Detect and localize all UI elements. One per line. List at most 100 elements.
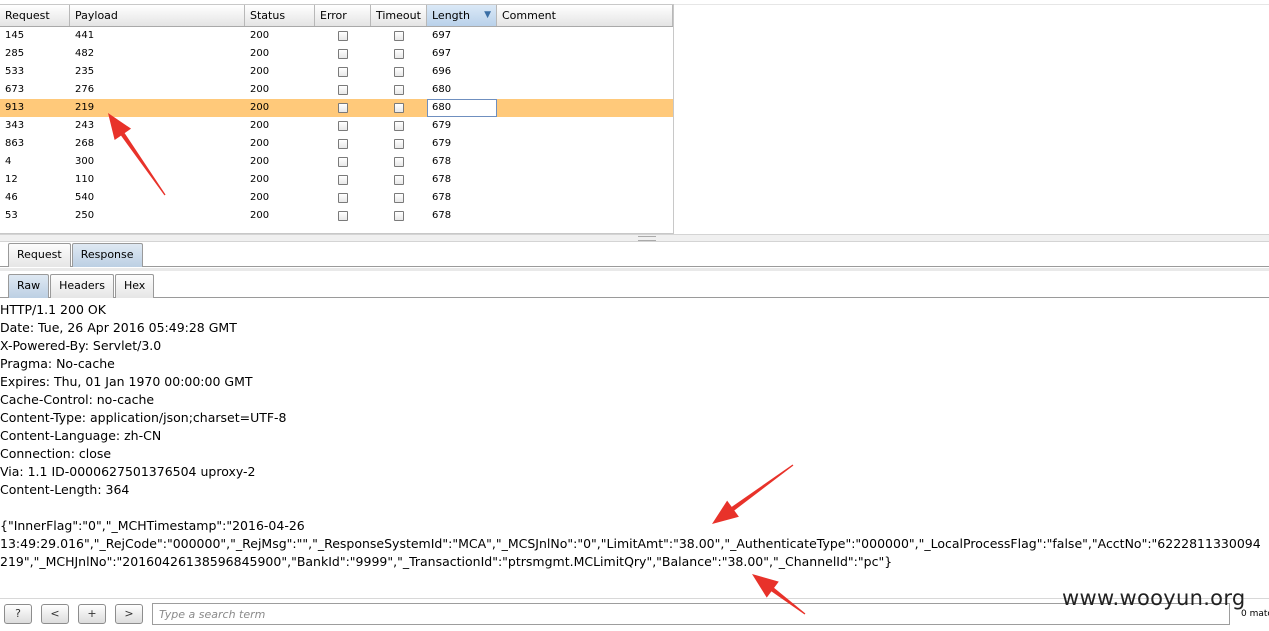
timeout-checkbox[interactable] <box>394 157 404 167</box>
timeout-checkbox[interactable] <box>394 139 404 149</box>
error-checkbox[interactable] <box>338 139 348 149</box>
error-checkbox[interactable] <box>338 67 348 77</box>
timeout-checkbox[interactable] <box>394 121 404 131</box>
request-cell: 673 <box>5 84 25 95</box>
request-cell: 533 <box>5 66 25 77</box>
timeout-checkbox[interactable] <box>394 193 404 203</box>
error-checkbox[interactable] <box>338 211 348 221</box>
message-tabs: Request Response <box>0 243 1269 267</box>
length-cell: 680 <box>427 99 497 117</box>
comment-cell[interactable] <box>497 171 673 189</box>
error-checkbox[interactable] <box>338 157 348 167</box>
column-header-status[interactable]: Status <box>245 5 315 26</box>
timeout-checkbox[interactable] <box>394 103 404 113</box>
length-cell: 678 <box>432 156 452 167</box>
comment-cell[interactable] <box>497 135 673 153</box>
timeout-checkbox[interactable] <box>394 175 404 185</box>
results-table: Request Payload Status Error Timeout Len… <box>0 4 674 234</box>
timeout-cell <box>371 45 427 63</box>
error-checkbox[interactable] <box>338 31 348 41</box>
error-cell <box>315 171 371 189</box>
error-checkbox[interactable] <box>338 175 348 185</box>
table-row[interactable]: 533 235 200 696 <box>0 63 673 81</box>
payload-cell: 110 <box>75 174 95 185</box>
status-cell: 200 <box>250 156 270 167</box>
error-cell <box>315 63 371 81</box>
response-header-line: Cache-Control: no-cache <box>0 392 155 407</box>
request-cell: 863 <box>5 138 25 149</box>
error-checkbox[interactable] <box>338 193 348 203</box>
comment-cell[interactable] <box>497 99 673 117</box>
payload-cell: 235 <box>75 66 95 77</box>
error-cell <box>315 189 371 207</box>
column-header-timeout[interactable]: Timeout <box>371 5 427 26</box>
timeout-cell <box>371 189 427 207</box>
tab-request[interactable]: Request <box>8 243 71 267</box>
timeout-checkbox[interactable] <box>394 67 404 77</box>
table-row[interactable]: 285 482 200 697 <box>0 45 673 63</box>
status-cell: 200 <box>250 120 270 131</box>
splitter-grip-icon[interactable] <box>638 236 656 241</box>
response-header-line: Expires: Thu, 01 Jan 1970 00:00:00 GMT <box>0 374 253 389</box>
status-cell: 200 <box>250 174 270 185</box>
previous-match-button[interactable]: < <box>41 604 69 624</box>
timeout-cell <box>371 153 427 171</box>
add-button[interactable]: + <box>78 604 106 624</box>
request-cell: 285 <box>5 48 25 59</box>
table-row[interactable]: 145 441 200 697 <box>0 27 673 45</box>
comment-cell[interactable] <box>497 207 673 225</box>
error-checkbox[interactable] <box>338 85 348 95</box>
status-cell: 200 <box>250 66 270 77</box>
pane-splitter[interactable] <box>0 234 1269 242</box>
length-cell: 678 <box>432 174 452 185</box>
table-row[interactable]: 673 276 200 680 <box>0 81 673 99</box>
column-header-error[interactable]: Error <box>315 5 371 26</box>
timeout-cell <box>371 27 427 45</box>
response-header-line: Connection: close <box>0 446 112 461</box>
table-row[interactable]: 343 243 200 679 <box>0 117 673 135</box>
timeout-checkbox[interactable] <box>394 31 404 41</box>
request-cell: 913 <box>5 102 25 113</box>
column-header-payload[interactable]: Payload <box>70 5 245 26</box>
comment-cell[interactable] <box>497 189 673 207</box>
response-header-line: Date: Tue, 26 Apr 2016 05:49:28 GMT <box>0 320 237 335</box>
response-header-line: Via: 1.1 ID-0000627501376504 uproxy-2 <box>0 464 256 479</box>
timeout-checkbox[interactable] <box>394 211 404 221</box>
match-count: 0 matches <box>1241 609 1269 619</box>
timeout-checkbox[interactable] <box>394 49 404 59</box>
tab-hex[interactable]: Hex <box>114 274 155 298</box>
response-raw-view[interactable]: HTTP/1.1 200 OK Date: Tue, 26 Apr 2016 0… <box>0 301 1266 571</box>
error-checkbox[interactable] <box>338 121 348 131</box>
table-row[interactable]: 12 110 200 678 <box>0 171 673 189</box>
table-row[interactable]: 4 300 200 678 <box>0 153 673 171</box>
table-row[interactable]: 53 250 200 678 <box>0 207 673 225</box>
error-cell <box>315 153 371 171</box>
tab-raw[interactable]: Raw <box>8 274 50 298</box>
timeout-checkbox[interactable] <box>394 85 404 95</box>
column-header-comment[interactable]: Comment <box>497 5 673 26</box>
column-header-request[interactable]: Request <box>0 5 70 26</box>
help-button[interactable]: ? <box>4 604 32 624</box>
comment-cell[interactable] <box>497 45 673 63</box>
comment-cell[interactable] <box>497 117 673 135</box>
tab-headers[interactable]: Headers <box>50 274 114 298</box>
comment-cell[interactable] <box>497 27 673 45</box>
table-row[interactable]: 863 268 200 679 <box>0 135 673 153</box>
comment-cell[interactable] <box>497 153 673 171</box>
table-row[interactable]: 46 540 200 678 <box>0 189 673 207</box>
timeout-cell <box>371 207 427 225</box>
payload-cell: 482 <box>75 48 95 59</box>
table-row[interactable]: 913 219 200 680 <box>0 99 673 117</box>
payload-cell: 250 <box>75 210 95 221</box>
error-checkbox[interactable] <box>338 103 348 113</box>
next-match-button[interactable]: > <box>115 604 143 624</box>
column-header-length[interactable]: Length ▼ <box>427 5 497 26</box>
length-cell: 696 <box>432 66 452 77</box>
response-header-line: Content-Type: application/json;charset=U… <box>0 410 287 425</box>
comment-cell[interactable] <box>497 81 673 99</box>
payload-cell: 243 <box>75 120 95 131</box>
comment-cell[interactable] <box>497 63 673 81</box>
tab-response[interactable]: Response <box>71 243 143 267</box>
error-checkbox[interactable] <box>338 49 348 59</box>
